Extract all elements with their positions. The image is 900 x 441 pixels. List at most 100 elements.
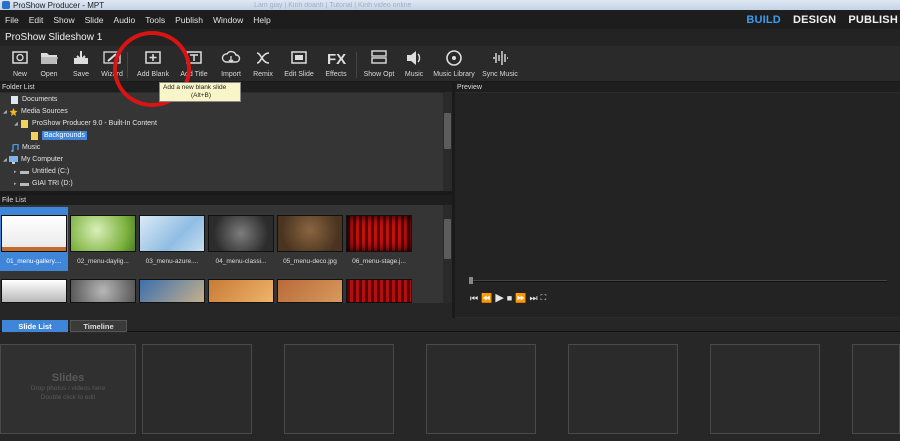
save-disk-icon [71,49,91,67]
tree-item-builtin-content[interactable]: ◢ ProShow Producer 9.0 - Built-In Conten… [14,118,157,129]
show-title: ProShow Slideshow 1 [5,32,103,43]
remix-icon [253,49,273,67]
preview-screen [455,103,900,275]
tree-label: Untitled (C:) [32,168,70,175]
file-thumb-deco[interactable] [277,215,343,252]
drive-icon [20,182,29,186]
tree-item-drive-d[interactable]: ▸ GIAI TRI (D:) [14,178,73,189]
music-library-label: Music Library [433,71,475,78]
tree-item-music[interactable]: Music [10,142,40,153]
folder-list-title: Folder List [2,83,35,91]
collapse-arrow-icon[interactable]: ◢ [14,121,18,127]
edit-slide-label: Edit Slide [284,71,314,78]
file-thumb-row2[interactable] [208,279,274,303]
file-thumb-azure[interactable] [139,215,205,252]
tab-timeline[interactable]: Timeline [70,320,127,332]
tree-label: GIAI TRI (D:) [32,180,73,187]
tree-item-my-computer[interactable]: ◢ My Computer [3,154,63,165]
tree-item-drive-c[interactable]: ▸ Untitled (C:) [14,166,69,177]
slide-slot-empty[interactable] [142,344,252,434]
menu-publish[interactable]: Publish [170,15,208,25]
play-icon[interactable]: ▶ [495,293,503,304]
music-library-button[interactable]: Music Library [432,49,476,78]
scrollbar-thumb[interactable] [444,113,451,149]
tree-label: ProShow Producer 9.0 - Built-In Content [32,120,157,127]
tab-slide-list[interactable]: Slide List [2,320,68,332]
sync-music-button[interactable]: Sync Music [478,49,522,78]
tree-item-media-sources[interactable]: ◢ Media Sources [3,106,68,117]
skip-end-icon[interactable]: ⏭ [529,293,537,303]
mode-publish[interactable]: PUBLISH [848,14,898,26]
collapse-arrow-icon[interactable]: ◢ [3,109,7,115]
new-label: New [12,71,27,78]
file-thumb-stage[interactable] [346,215,412,252]
slide-slot-empty[interactable] [568,344,678,434]
file-name: 01_menu-gallery.... [0,258,68,265]
file-thumb-row2[interactable] [139,279,205,303]
file-thumb-row2[interactable] [346,279,412,303]
music-button[interactable]: Music [392,49,436,78]
tree-label-selected: Backgrounds [42,131,87,140]
preview-scrub-bar[interactable] [472,280,887,282]
music-note-icon [11,143,19,152]
music-label: Music [404,71,424,78]
preview-playhead[interactable] [469,277,473,284]
drive-icon [20,170,29,174]
file-thumb-row2[interactable] [277,279,343,303]
effects-label: Effects [325,71,347,78]
slides-placeholder-hint: Drop photos / videos here [30,385,106,392]
menu-file[interactable]: File [0,15,24,25]
mode-design[interactable]: DESIGN [793,14,836,26]
preview-title: Preview [457,83,482,91]
slide-slot-empty[interactable] [710,344,820,434]
stop-icon[interactable]: ■ [507,293,512,303]
slide-slot-empty[interactable] [852,344,900,434]
tree-item-documents[interactable]: Documents [10,94,57,105]
star-icon [9,107,18,116]
file-name: 05_menu-deco.jpg [283,258,337,265]
slide-slot-empty[interactable] [284,344,394,434]
window-title-bar: ProShow Producer - MPT Lam giay | Kinh d… [0,0,900,10]
file-name: 02_menu-daylig... [77,258,129,265]
file-list-header: File List [0,195,453,205]
tooltip-hotkey: (Alt+B) [191,92,212,99]
collapse-arrow-icon[interactable]: ◢ [3,157,7,163]
preview-header: Preview [455,82,900,92]
effects-button[interactable]: FX Effects [314,49,358,78]
workspace-modes: BUILD DESIGN PUBLISH [734,10,898,29]
expand-arrow-icon[interactable]: ▸ [14,169,18,175]
expand-arrow-icon[interactable]: ▸ [14,181,18,187]
sync-waveform-icon [490,49,510,67]
add-blank-tooltip: Add a new blank slide (Alt+B) [159,82,241,102]
fullscreen-icon[interactable]: ⛶ [541,293,547,303]
menu-show[interactable]: Show [48,15,79,25]
file-thumb-gallery[interactable] [1,215,67,252]
slide-slot-empty[interactable] [426,344,536,434]
menu-audio[interactable]: Audio [109,15,141,25]
menu-help[interactable]: Help [248,15,275,25]
remix-label: Remix [253,71,273,78]
file-thumb-row2[interactable] [1,279,67,303]
menu-window[interactable]: Window [208,15,248,25]
rewind-icon[interactable]: ⏪ [481,293,492,303]
scrollbar-thumb[interactable] [444,219,451,259]
menu-tools[interactable]: Tools [140,15,170,25]
playback-controls: ⏮ ⏪ ▶ ■ ⏩ ⏭ ⛶ [470,293,547,304]
skip-start-icon[interactable]: ⏮ [470,293,478,303]
file-name: 03_menu-azure.... [145,258,199,265]
slide-tabs-bar: Slide List Timeline [0,318,900,332]
folder-list-scrollbar[interactable] [443,93,452,191]
file-thumb-daylight[interactable] [70,215,136,252]
file-name: 06_menu-stage.j... [352,258,406,265]
menu-edit[interactable]: Edit [24,15,49,25]
tree-item-backgrounds[interactable]: Backgrounds [30,130,87,141]
speaker-icon [404,49,424,67]
tree-label: Media Sources [21,108,68,115]
fast-forward-icon[interactable]: ⏩ [515,293,526,303]
menu-slide[interactable]: Slide [80,15,109,25]
file-list-title: File List [2,196,27,204]
mode-build[interactable]: BUILD [746,14,781,26]
file-list-scrollbar[interactable] [443,205,452,303]
file-thumb-row2[interactable] [70,279,136,303]
file-thumb-classic[interactable] [208,215,274,252]
